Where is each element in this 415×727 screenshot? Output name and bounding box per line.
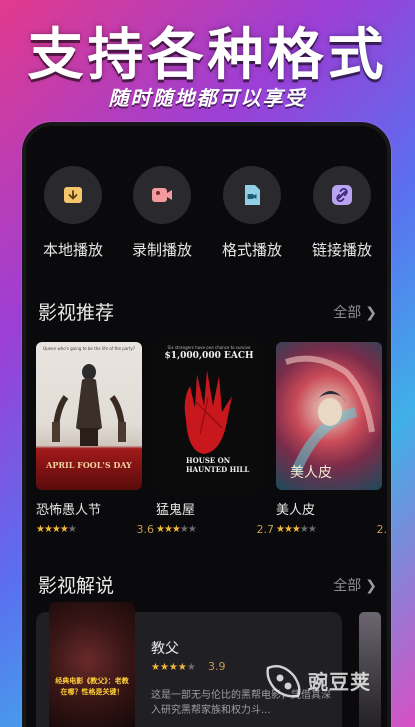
watermark-text: 豌豆荚 [308,670,371,694]
quick-action-record-play[interactable]: 录制播放 [122,166,202,260]
rating-score: 2.7 [256,523,275,536]
wandoujia-watermark: 豌豆荚 [262,658,392,700]
quick-action-circle [133,166,191,224]
quick-action-circle [313,166,371,224]
app-screen: 本地播放 录制播放 格式播放 链接播放 影视推荐 全部 ❯ APRIL FOOL… [26,126,387,727]
thumb-caption: 经典电影《教父》：老教 在哪？性格是关键！ [55,677,129,696]
movie-title: 美人皮 [276,503,316,518]
movie-rating-row: ★★★★★ 2.7 [156,523,274,536]
video-file-icon [245,185,260,205]
movie-title: 恐怖愚人节 [36,503,102,518]
chevron-right-icon: ❯ [365,578,377,594]
rating-stars: ★★★★★ [36,524,77,535]
recommend-see-all-link[interactable]: 全部 ❯ [333,302,377,322]
quick-action-local-play[interactable]: 本地播放 [33,166,113,260]
quick-action-format-play[interactable]: 格式播放 [212,166,292,260]
pea-pod-logo-icon [266,665,301,698]
movie-card[interactable]: APRIL FOOL'S DAY Queen who's going to be… [36,342,154,536]
rating-score: 3.6 [136,523,155,536]
poster-tagline-text: Queen who's going to be the life of the … [43,346,135,351]
section-title-recommend: 影视推荐 [38,302,115,324]
quick-action-label: 本地播放 [42,241,103,259]
quick-action-circle [44,166,102,224]
poster-title-text: HOUSE ON HAUNTED HILL [186,456,250,474]
movie-rating-row: ★★★★★ 2.8 [276,523,387,536]
quick-action-label: 格式播放 [221,241,282,259]
hero-title: 支持各种格式 [27,23,388,88]
quick-action-circle [223,166,281,224]
rating-stars: ★★★★★ [276,524,317,535]
quick-actions: 本地播放 录制播放 格式播放 链接播放 [26,166,387,259]
movie-poster: Six strangers have one chance to survive… [156,342,262,490]
movie-title: 猛鬼屋 [156,503,196,518]
section-title-commentary: 影视解说 [38,575,115,597]
phone-frame: 本地播放 录制播放 格式播放 链接播放 影视推荐 全部 ❯ APRIL FOOL… [22,122,391,727]
rating-score: 2.8 [376,523,388,536]
download-folder-icon [64,187,82,203]
see-all-label: 全部 [333,305,362,321]
rating-score: 3.9 [208,660,226,673]
see-all-label: 全部 [333,578,362,594]
movie-card[interactable]: 美人皮 美人皮 ★★★★★ 2.8 [276,342,387,536]
quick-action-link-play[interactable]: 链接播放 [302,166,382,260]
video-camera-icon [152,188,172,202]
poster-title-text: APRIL FOOL'S DAY [46,460,132,470]
poster-title-text: 美人皮 [290,465,332,481]
link-icon [332,185,352,205]
movie-card[interactable]: Six strangers have one chance to survive… [156,342,274,536]
commentary-title: 教父 [151,641,179,657]
movie-poster: 美人皮 [276,342,382,490]
rating-stars: ★★★★★ [151,662,196,673]
movie-poster: APRIL FOOL'S DAY Queen who's going to be… [36,342,142,490]
movie-rating-row: ★★★★★ 3.6 [36,523,154,536]
chevron-right-icon: ❯ [365,305,377,321]
quick-action-label: 链接播放 [311,241,372,259]
commentary-see-all-link[interactable]: 全部 ❯ [333,575,377,595]
commentary-thumbnail: 经典电影《教父》：老教 在哪？性格是关键！ [49,602,135,727]
rating-stars: ★★★★★ [156,524,197,535]
quick-action-label: 录制播放 [131,241,192,259]
hero-subtitle: 随时随地都可以享受 [108,86,307,110]
